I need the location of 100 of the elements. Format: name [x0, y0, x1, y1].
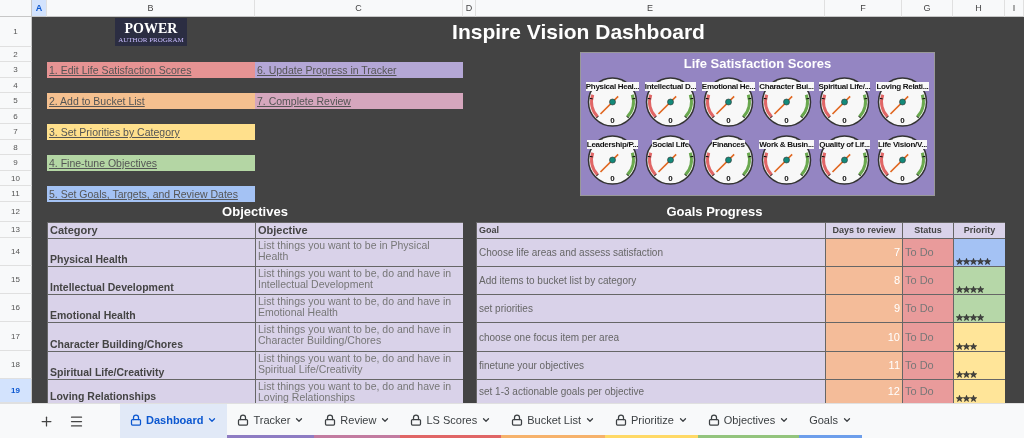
table-cell: Physical Health [47, 238, 255, 266]
gauge-reading: 0 [610, 116, 615, 125]
gauge-reading: 0 [784, 116, 789, 125]
row-header[interactable]: 1 [0, 17, 32, 47]
column-header[interactable]: G [902, 0, 953, 17]
table-cell: To Do [902, 379, 953, 403]
gauge-dial [703, 135, 754, 185]
sheet-tab[interactable]: Objectives [697, 404, 800, 438]
table-cell: List things you want to be, do and have in Intellectual Development [255, 266, 463, 294]
column-header[interactable]: C [255, 0, 463, 17]
table-cell: Choose life areas and assess satisfaction [476, 238, 825, 266]
column-heading: Category [47, 222, 255, 238]
table-cell: To Do [902, 322, 953, 351]
table-cell: To Do [902, 238, 953, 266]
gauge-reading: 0 [668, 174, 673, 183]
sheet-tab[interactable]: Review [314, 404, 401, 438]
sheet-tab[interactable]: Goals [799, 404, 862, 438]
gauge-label: Life Vision/V... [878, 140, 927, 149]
sheet-tab[interactable]: Prioritize [605, 404, 698, 438]
table-cell: To Do [902, 266, 953, 294]
column-heading: Status [902, 222, 953, 238]
table-cell: Spiritual Life/Creativity [47, 351, 255, 379]
table-cell: List things you want to be, do and have in Loving Relationships [255, 379, 463, 403]
gauge-label: Loving Relati... [876, 82, 929, 91]
gauge-label: Quality of Lif... [819, 140, 870, 149]
link[interactable]: 7. Complete Review [257, 95, 351, 107]
table-cell: 10 [825, 322, 902, 351]
row-header[interactable]: 5 [0, 93, 32, 109]
gauge-reading: 0 [842, 174, 847, 183]
gauge-reading: 0 [900, 116, 905, 125]
table-cell: 12 [825, 379, 902, 403]
table-cell: set priorities [476, 294, 825, 322]
row-header[interactable]: 6 [0, 109, 32, 124]
table-cell: List things you want to be, do and have in Spiritual Life/Creativity [255, 351, 463, 379]
gauge-label: Character Bui... [759, 82, 814, 91]
column-header[interactable]: H [953, 0, 1005, 17]
gauge-label: Intellectual D... [644, 82, 697, 91]
column-heading: Goal [476, 222, 825, 238]
sheet-tab[interactable]: LS Scores [400, 404, 502, 438]
column-header[interactable]: E [476, 0, 825, 17]
link[interactable]: 5. Set Goals, Targets, and Review Dates [49, 188, 238, 200]
sheet-tab[interactable]: Bucket List [501, 404, 605, 438]
table-cell: Character Building/Chores [47, 322, 255, 351]
gauge-label: Social Life [652, 140, 689, 149]
gauge-label: Emotional He... [701, 82, 756, 91]
table-cell: choose one focus item per area [476, 322, 825, 351]
gauge-reading: 0 [668, 116, 673, 125]
gauge-reading: 0 [726, 116, 731, 125]
gauge-label: Physical Heal... [585, 82, 640, 91]
row-header[interactable]: 19 [0, 379, 32, 403]
lock-icon [615, 413, 627, 426]
row-header[interactable]: 15 [0, 266, 32, 294]
row-header[interactable]: 18 [0, 351, 32, 379]
link[interactable]: 2. Add to Bucket List [49, 95, 145, 107]
gauge-reading: 0 [726, 174, 731, 183]
row-header[interactable]: 8 [0, 140, 32, 155]
link[interactable]: 4. Fine-tune Objectives [49, 157, 157, 169]
gauge-label: Finances [712, 140, 745, 149]
sheet-tab[interactable]: Dashboard [120, 404, 228, 438]
row-header[interactable]: 2 [0, 47, 32, 62]
section-heading: Objectives [221, 203, 289, 221]
row-header[interactable]: 12 [0, 202, 32, 222]
column-header[interactable]: D [463, 0, 476, 17]
row-header[interactable]: 9 [0, 155, 32, 171]
column-header[interactable]: B [47, 0, 255, 17]
dashboard-title: Inspire Vision Dashboard [451, 19, 706, 45]
column-heading: Days to review [825, 222, 902, 238]
table-cell: 11 [825, 351, 902, 379]
row-header[interactable]: 11 [0, 186, 32, 202]
row-header[interactable]: 4 [0, 78, 32, 93]
table-cell: List things you want to be, do and have in Character Building/Chores [255, 322, 463, 351]
lock-icon [324, 413, 337, 426]
panel-title: Life Satisfaction Scores [683, 56, 832, 71]
column-header[interactable]: F [825, 0, 902, 17]
gauge-reading: 0 [784, 174, 789, 183]
table-cell: To Do [902, 351, 953, 379]
gauge-reading: 0 [900, 174, 905, 183]
link[interactable]: 6. Update Progress in Tracker [257, 64, 397, 76]
link[interactable]: 3. Set Priorities by Category [49, 126, 180, 138]
column-header[interactable]: I [1005, 0, 1024, 17]
row-header[interactable]: 14 [0, 238, 32, 266]
table-cell: 9 [825, 294, 902, 322]
gauge-reading: 0 [842, 116, 847, 125]
lock-icon [707, 413, 720, 426]
table-cell: 7 [825, 238, 902, 266]
row-header[interactable]: 16 [0, 294, 32, 322]
lock-icon [511, 413, 524, 426]
gauge-reading: 0 [610, 174, 615, 183]
row-header[interactable]: 17 [0, 322, 32, 351]
select-all-corner[interactable] [0, 0, 32, 17]
row-header[interactable]: 7 [0, 124, 32, 140]
row-header[interactable]: 13 [0, 222, 32, 238]
lock-icon [237, 413, 250, 426]
row-header[interactable]: 3 [0, 62, 32, 78]
table-cell: List things you want to be in Physical Health [255, 238, 463, 266]
sheet-tab[interactable]: Tracker [227, 404, 315, 438]
column-header[interactable]: A [32, 0, 47, 17]
row-header[interactable]: 10 [0, 171, 32, 186]
table-cell: Loving Relationships [47, 379, 255, 403]
table-cell: 8 [825, 266, 902, 294]
